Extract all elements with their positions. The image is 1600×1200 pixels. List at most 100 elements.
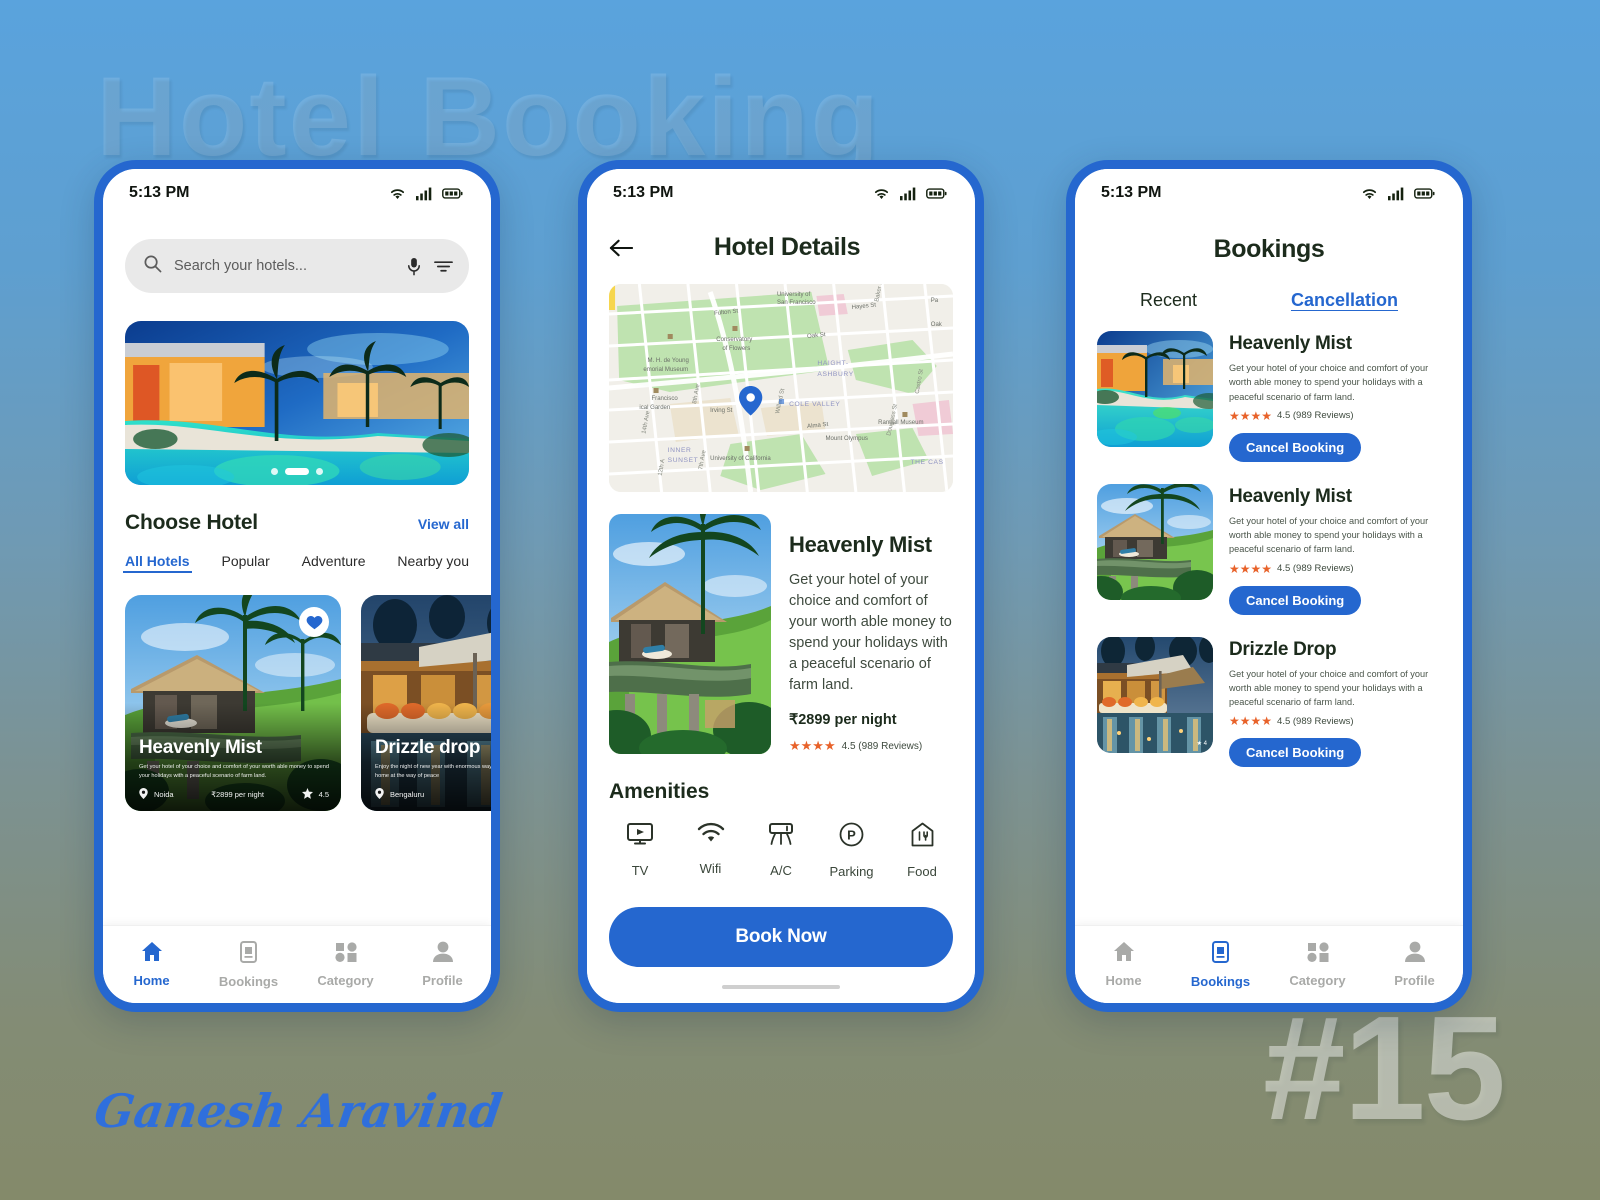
booking-thumbnail-night-lodge: ★ 4 <box>1097 636 1213 753</box>
search-section <box>103 217 491 293</box>
battery-icon <box>442 187 463 200</box>
back-arrow-icon[interactable] <box>609 239 633 257</box>
carousel-dot-2-active[interactable] <box>285 468 309 475</box>
svg-text:Francisco: Francisco <box>651 396 678 402</box>
nav-item-bookings[interactable]: Bookings <box>1172 940 1269 989</box>
svg-text:M. H. de Young: M. H. de Young <box>647 358 688 364</box>
nav-label-profile: Profile <box>422 973 463 988</box>
booking-item-info: Drizzle Drop Get your hotel of your choi… <box>1229 637 1441 768</box>
search-input[interactable] <box>174 258 394 274</box>
hero-carousel[interactable] <box>125 321 469 485</box>
nav-label-home: Home <box>1105 973 1142 988</box>
star-icon <box>301 788 313 801</box>
thumbnail-rating-badge: ★ 4 <box>1196 740 1207 747</box>
screen-hotel-details: 5:13 PM Hotel Details University of San … <box>587 169 975 1003</box>
screen-bookings: 5:13 PM Bookings Recent Cancellation Hea… <box>1075 169 1463 1003</box>
nav-item-profile[interactable]: Profile <box>394 941 491 988</box>
cancel-booking-button[interactable]: Cancel Booking <box>1229 585 1362 615</box>
nav-item-home[interactable]: Home <box>103 941 200 988</box>
chip-popular[interactable]: Popular <box>219 553 271 573</box>
filter-icon[interactable] <box>434 259 453 273</box>
star-rating-icons: ★★★★ <box>1229 561 1273 576</box>
star-rating-icons: ★★★★ <box>1229 408 1273 423</box>
amenity-tv[interactable]: TV <box>609 822 671 879</box>
booking-description: Get your hotel of your choice and comfor… <box>1229 363 1429 402</box>
booking-item-info: Heavenly Mist Get your hotel of your cho… <box>1229 331 1441 462</box>
svg-text:Pa: Pa <box>931 298 939 304</box>
hotel-description: Get your hotel of your choice and comfor… <box>789 572 952 694</box>
mic-icon[interactable] <box>406 257 422 276</box>
amenity-parking[interactable]: P Parking <box>821 822 883 879</box>
chip-adventure[interactable]: Adventure <box>300 553 368 573</box>
amenity-ac[interactable]: A/C <box>750 822 812 879</box>
nav-item-bookings[interactable]: Bookings <box>200 940 297 989</box>
booking-list-item[interactable]: Heavenly Mist Get your hotel of your cho… <box>1097 483 1441 615</box>
search-bar[interactable] <box>125 239 469 293</box>
food-icon <box>911 822 934 852</box>
battery-icon <box>1414 187 1435 200</box>
review-count: 4.5 (989 Reviews) <box>1277 715 1354 727</box>
hotel-card-drizzle-drop[interactable]: Drizzle drop Enjoy the night of new year… <box>361 595 491 811</box>
svg-text:Mount Olympus: Mount Olympus <box>826 436 868 442</box>
booking-hotel-name: Heavenly Mist <box>1229 333 1352 354</box>
svg-text:P: P <box>847 828 856 843</box>
amenity-wifi[interactable]: Wifi <box>680 822 742 879</box>
favorite-heart-icon[interactable] <box>299 607 329 637</box>
view-all-link[interactable]: View all <box>418 516 469 532</box>
carousel-dot-3[interactable] <box>316 468 323 475</box>
svg-text:University of California: University of California <box>710 456 771 462</box>
nav-item-category[interactable]: Category <box>297 941 394 988</box>
nav-item-category[interactable]: Category <box>1269 941 1366 988</box>
carousel-dot-1[interactable] <box>271 468 278 475</box>
chip-nearby-you[interactable]: Nearby you <box>395 553 471 573</box>
category-chip-row: All Hotels Popular Adventure Nearby you <box>123 553 471 573</box>
hotel-detail-photo <box>609 514 771 754</box>
amenity-food[interactable]: Food <box>891 822 953 879</box>
nav-label-profile: Profile <box>1394 973 1435 988</box>
choose-hotel-header: Choose Hotel View all <box>125 511 469 535</box>
bottom-navigation-home: Home Bookings Category Profile <box>103 925 491 1003</box>
review-count: 4.5 (989 Reviews) <box>1277 410 1354 422</box>
search-icon <box>143 254 162 278</box>
tab-cancellation[interactable]: Cancellation <box>1291 290 1398 311</box>
hotel-price: ₹2899 per night <box>789 712 897 729</box>
tab-recent[interactable]: Recent <box>1140 290 1197 311</box>
hotel-summary-row: Heavenly Mist Get your hotel of your cho… <box>609 514 953 754</box>
phone-frame-home: 5:13 PM Search your hotels... Choose Hot… <box>94 160 500 1012</box>
nav-label-bookings: Bookings <box>1190 973 1251 989</box>
book-now-button[interactable]: Book Now <box>609 907 953 968</box>
nav-label-bookings: Bookings <box>218 973 279 989</box>
screen-home: 5:13 PM Search your hotels... Choose Hot… <box>103 169 491 1003</box>
cellular-icon <box>900 186 917 201</box>
hotel-card-heavenly-mist[interactable]: Heavenly Mist Get your hotel of your cho… <box>125 595 341 811</box>
svg-text:Conservatory: Conservatory <box>716 337 752 343</box>
chip-all-hotels[interactable]: All Hotels <box>123 553 192 573</box>
bottom-navigation-bookings: Home Bookings Category Profile <box>1075 925 1463 1003</box>
cancel-booking-button[interactable]: Cancel Booking <box>1229 738 1362 768</box>
review-count: 4.5 (989 Reviews) <box>841 740 923 752</box>
page-title: Choose Hotel <box>125 511 258 534</box>
svg-text:Oak: Oak <box>931 322 943 328</box>
booking-list-item[interactable]: Heavenly Mist Get your hotel of your cho… <box>1097 331 1441 462</box>
booking-hotel-name: Drizzle Drop <box>1229 638 1337 660</box>
details-content: Heavenly Mist Get your hotel of your cho… <box>587 492 975 1003</box>
carousel-dots[interactable] <box>125 468 469 475</box>
profile-icon <box>1404 941 1425 967</box>
hotel-card-rating: 4.5 <box>318 790 329 799</box>
svg-text:ical Garden: ical Garden <box>639 405 670 411</box>
home-icon <box>141 941 163 967</box>
booking-list-item[interactable]: ★ 4 Drizzle Drop Get your hotel of your … <box>1097 636 1441 768</box>
status-icon-group <box>1360 186 1435 201</box>
location-pin-icon <box>139 788 148 801</box>
nav-item-profile[interactable]: Profile <box>1366 941 1463 988</box>
hotel-card-name: Heavenly Mist <box>139 737 262 759</box>
nav-item-home[interactable]: Home <box>1075 941 1172 988</box>
cancel-booking-button[interactable]: Cancel Booking <box>1229 432 1362 462</box>
hotel-card-list[interactable]: Heavenly Mist Get your hotel of your cho… <box>125 595 491 925</box>
hero-image-resort-pool <box>125 321 469 485</box>
location-map[interactable]: University of San Francisco Fulton St Hay… <box>609 284 953 492</box>
amenity-label-ac: A/C <box>770 863 792 879</box>
amenity-label-tv: TV <box>631 863 649 879</box>
hotel-card-name: Drizzle drop <box>375 737 481 759</box>
svg-text:ASHBURY: ASHBURY <box>817 371 853 378</box>
